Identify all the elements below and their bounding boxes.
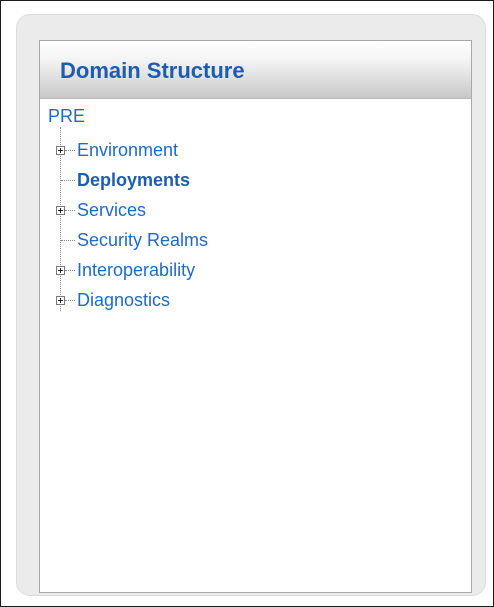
portlet-title: Domain Structure [60,57,245,83]
tree-connector [61,179,75,181]
tree-link-environment[interactable]: Environment [77,139,178,161]
tree-connector [65,149,75,151]
tree-connector [65,269,75,271]
tree-item-diagnostics: Diagnostics [56,285,170,315]
tree-connector [65,299,75,301]
tree-item-services: Services [56,195,146,225]
domain-tree: PRE Environment Deployments Services Sec… [40,99,471,311]
domain-structure-portlet: Domain Structure PRE Environment Deploym… [39,40,472,593]
expand-plus-icon[interactable] [56,265,65,275]
tree-link-diagnostics[interactable]: Diagnostics [77,289,170,311]
portlet-header: Domain Structure [40,41,471,99]
expand-plus-icon[interactable] [56,295,65,305]
tree-link-interoperability[interactable]: Interoperability [77,259,195,281]
tree-connector [61,239,75,241]
tree-link-deployments[interactable]: Deployments [77,169,190,191]
tree-root-pre[interactable]: PRE [48,105,85,127]
tree-item-security-realms: Security Realms [61,225,208,255]
tree-link-security-realms[interactable]: Security Realms [77,229,208,251]
expand-plus-icon[interactable] [56,205,65,215]
tree-item-deployments: Deployments [61,165,190,195]
tree-link-services[interactable]: Services [77,199,146,221]
expand-plus-icon[interactable] [56,145,65,155]
tree-item-environment: Environment [56,135,178,165]
tree-connector [65,209,75,211]
tree-item-interoperability: Interoperability [56,255,195,285]
